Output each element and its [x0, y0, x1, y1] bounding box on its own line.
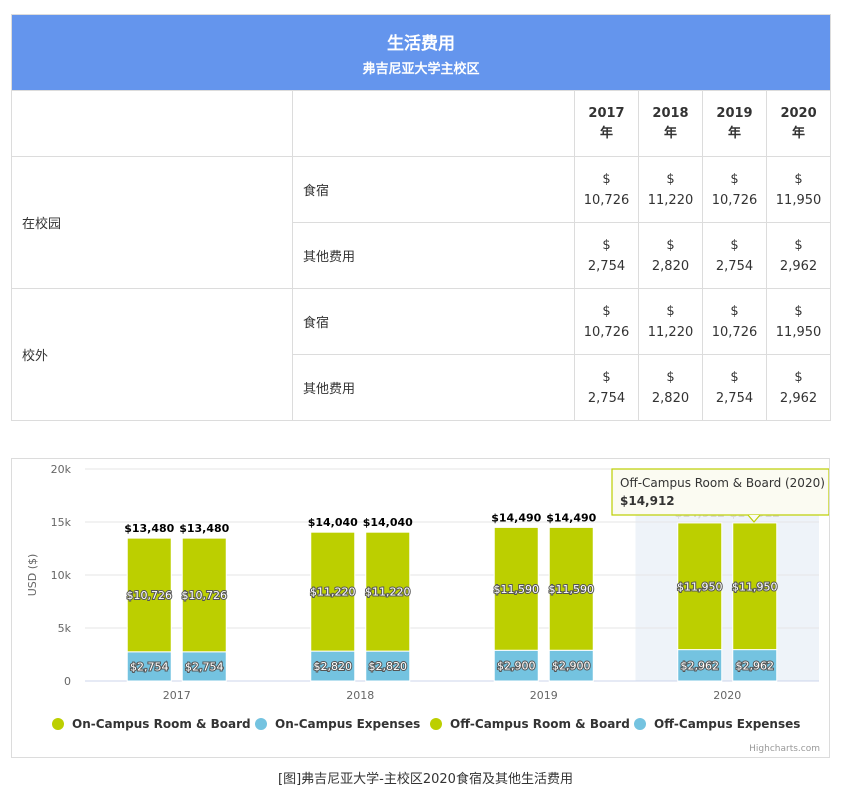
- value-cell: $2,820: [638, 354, 703, 421]
- data-label: $11,950: [732, 580, 778, 593]
- value-cell: $10,726: [574, 288, 639, 355]
- data-label: $2,820: [369, 660, 408, 673]
- legend-label: On-Campus Room & Board: [72, 717, 251, 731]
- tooltip-title: Off-Campus Room & Board (2020): [620, 476, 825, 490]
- chart-credits: Highcharts.com: [749, 744, 820, 754]
- value-cell: $10,726: [702, 156, 767, 223]
- group-label-on-campus: 在校园: [11, 156, 293, 289]
- data-label: $2,962: [736, 659, 775, 672]
- value-cell: $10,726: [574, 156, 639, 223]
- data-label: $2,900: [497, 660, 536, 673]
- data-label: $2,962: [681, 659, 720, 672]
- legend-marker: [634, 718, 646, 730]
- value-cell: $11,950: [765, 156, 832, 223]
- data-label: $2,754: [185, 660, 224, 673]
- year-header: 2017 年: [574, 90, 639, 157]
- row-label: 其他费用: [292, 222, 575, 289]
- total-label: $14,490: [546, 511, 596, 524]
- row-label: 其他费用: [292, 354, 575, 421]
- group-label-off-campus: 校外: [11, 288, 293, 421]
- chart-svg: 0 5k 10k 15k 20k USD ($) $2,754 $10,726 $13,480 $…: [26, 463, 829, 754]
- x-tick-label: 2018: [346, 689, 374, 702]
- blank-header-cell: [292, 90, 575, 157]
- data-label: $11,590: [549, 583, 595, 596]
- value-cell: $2,962: [765, 222, 832, 289]
- data-label: $2,754: [130, 660, 169, 673]
- figure-caption: [图]弗吉尼亚大学-主校区2020食宿及其他生活费用: [278, 772, 573, 787]
- legend-label: Off-Campus Room & Board: [450, 717, 630, 731]
- data-label: $11,220: [365, 586, 411, 599]
- y-tick-label: 15k: [51, 516, 72, 529]
- row-label: 食宿: [292, 288, 575, 355]
- total-label: $14,490: [491, 511, 541, 524]
- value-cell: $11,220: [638, 156, 703, 223]
- total-label: $13,480: [179, 522, 229, 535]
- value-cell: $2,754: [702, 222, 767, 289]
- value-cell: $11,220: [638, 288, 703, 355]
- x-tick-label: 2017: [163, 689, 191, 702]
- year-header: 2019 年: [702, 90, 767, 157]
- value-cell: $2,754: [574, 354, 639, 421]
- total-label: $14,040: [363, 516, 413, 529]
- year-header: 2018 年: [638, 90, 703, 157]
- value-cell: $2,754: [574, 222, 639, 289]
- data-label: $11,950: [677, 580, 723, 593]
- value-cell: $10,726: [702, 288, 767, 355]
- tooltip-value: $14,912: [620, 494, 675, 508]
- legend-marker: [255, 718, 267, 730]
- y-tick-label: 0: [64, 675, 71, 688]
- cost-table: 生活费用 弗吉尼亚大学主校区 2017 年 2018 年 2019 年 2020 年 在…: [10, 14, 832, 421]
- table-subtitle: 弗吉尼亚大学主校区: [362, 61, 480, 77]
- y-tick-label: 20k: [51, 463, 72, 476]
- data-label: $11,590: [494, 583, 540, 596]
- table-title: 生活费用: [387, 33, 456, 54]
- value-cell: $2,962: [765, 354, 832, 421]
- value-cell: $2,820: [638, 222, 703, 289]
- data-label: $10,726: [182, 589, 228, 602]
- y-axis-title: USD ($): [26, 554, 39, 597]
- blank-header-cell: [11, 90, 293, 157]
- year-header: 2020 年: [765, 90, 832, 157]
- data-label: $2,820: [314, 660, 353, 673]
- x-tick-label: 2019: [530, 689, 558, 702]
- total-label: $13,480: [124, 522, 174, 535]
- data-label: $11,220: [310, 586, 356, 599]
- legend-label: On-Campus Expenses: [275, 717, 420, 731]
- x-tick-label: 2020: [713, 689, 741, 702]
- legend-label: Off-Campus Expenses: [654, 717, 800, 731]
- total-label: $14,040: [308, 516, 358, 529]
- legend-marker: [430, 718, 442, 730]
- row-label: 食宿: [292, 156, 575, 223]
- y-tick-label: 10k: [51, 569, 72, 582]
- table-header: 生活费用 弗吉尼亚大学主校区: [10, 14, 832, 91]
- value-cell: $11,950: [765, 288, 832, 355]
- legend-marker: [52, 718, 64, 730]
- stacked-bar-chart: 0 5k 10k 15k 20k USD ($) $2,754 $10,726 $13,480 $…: [11, 458, 830, 758]
- data-label: $2,900: [552, 660, 591, 673]
- y-tick-label: 5k: [58, 622, 72, 635]
- value-cell: $2,754: [702, 354, 767, 421]
- data-label: $10,726: [127, 589, 173, 602]
